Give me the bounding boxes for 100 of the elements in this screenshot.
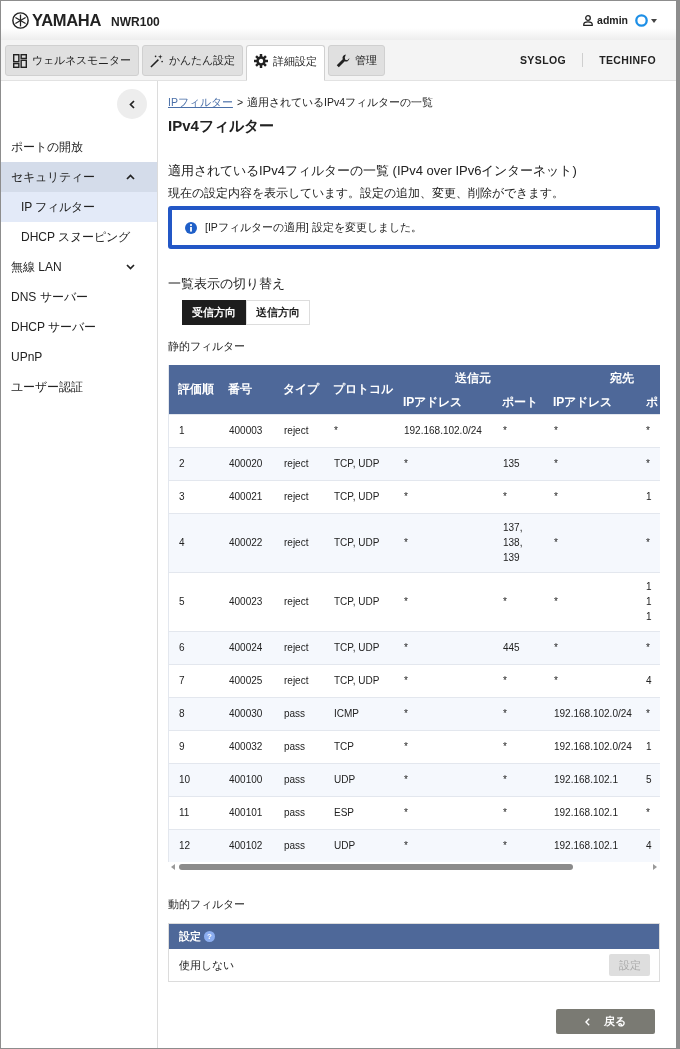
user-name[interactable]: admin xyxy=(597,13,628,28)
table-cell: 2 xyxy=(169,447,219,480)
table-cell: 400022 xyxy=(219,513,274,572)
sidebar-item[interactable]: IP フィルター xyxy=(1,192,157,222)
sidebar-item[interactable]: ポートの開放 xyxy=(1,132,157,162)
table-cell: 135 xyxy=(493,447,544,480)
sidebar-item[interactable]: ユーザー認証 xyxy=(1,372,157,402)
column-header: タイプ xyxy=(274,365,324,414)
breadcrumb-link[interactable]: IPフィルター xyxy=(168,95,233,109)
table-cell: 400101 xyxy=(219,796,274,829)
table-cell: 11 xyxy=(169,796,219,829)
table-cell: TCP, UDP xyxy=(324,480,394,513)
table-cell: * xyxy=(544,480,644,513)
table-cell: reject xyxy=(274,447,324,480)
scroll-right-arrow-icon xyxy=(653,863,657,870)
gear-icon xyxy=(254,54,268,68)
table-cell: 4 xyxy=(644,664,660,697)
table-cell: reject xyxy=(274,513,324,572)
table-cell: 4 xyxy=(644,829,660,862)
table-cell: 192.168.102.1 xyxy=(544,796,644,829)
sidebar-item[interactable]: DHCP スヌーピング xyxy=(1,222,157,252)
table-cell: reject xyxy=(274,572,324,631)
collapse-sidebar-button[interactable] xyxy=(117,89,147,119)
sidebar-item[interactable]: DHCP サーバー xyxy=(1,312,157,342)
table-cell: * xyxy=(394,447,493,480)
table-cell: * xyxy=(644,796,660,829)
table-cell: 400100 xyxy=(219,763,274,796)
table-cell: * xyxy=(493,414,544,447)
logo-icon xyxy=(12,12,29,29)
table-cell: 400023 xyxy=(219,572,274,631)
table-cell: * xyxy=(394,513,493,572)
brand-logo-text: YAMAHA xyxy=(32,9,102,31)
nav-tab[interactable]: 管理 xyxy=(328,45,385,76)
table-cell: TCP, UDP xyxy=(324,572,394,631)
column-header: 評価順 xyxy=(169,365,219,414)
table-cell: TCP, UDP xyxy=(324,513,394,572)
table-cell: 1 xyxy=(644,480,660,513)
table-cell: * xyxy=(394,631,493,664)
sidebar-item[interactable]: 無線 LAN xyxy=(1,252,157,282)
table-cell: 5 xyxy=(644,763,660,796)
table-cell: * xyxy=(493,480,544,513)
table-cell: 8 xyxy=(169,697,219,730)
breadcrumb-current: 適用されているIPv4フィルターの一覧 xyxy=(247,95,434,109)
direction-toggle-button[interactable]: 送信方向 xyxy=(246,300,310,325)
table-cell: 400030 xyxy=(219,697,274,730)
table-cell: TCP, UDP xyxy=(324,447,394,480)
sidebar-item[interactable]: セキュリティー xyxy=(1,162,157,192)
sidebar-item[interactable]: UPnP xyxy=(1,342,157,372)
table-cell: * xyxy=(394,730,493,763)
table-cell: 400025 xyxy=(219,664,274,697)
nav-tab[interactable]: ウェルネスモニター xyxy=(5,45,139,76)
table-cell: 192.168.102.1 xyxy=(544,829,644,862)
user-icon xyxy=(583,15,594,26)
table-cell: 400003 xyxy=(219,414,274,447)
table-cell: 3 xyxy=(169,480,219,513)
column-header: ポート xyxy=(493,391,544,414)
table-cell: 400032 xyxy=(219,730,274,763)
table-cell: * xyxy=(493,664,544,697)
back-button[interactable]: 戻る xyxy=(556,1009,655,1034)
table-cell: 6 xyxy=(169,631,219,664)
breadcrumb-separator: > xyxy=(236,95,244,109)
ring-icon xyxy=(635,14,648,27)
column-header: IPアドレス xyxy=(394,391,493,414)
setting-value: 使用しない xyxy=(179,957,234,973)
header-link[interactable]: TECHINFO xyxy=(583,52,672,68)
alert-message: [IPフィルターの適用] 設定を変更しました。 xyxy=(205,220,422,235)
direction-toggle-button[interactable]: 受信方向 xyxy=(182,300,246,325)
chevron-left-icon xyxy=(585,1017,590,1026)
table-cell: pass xyxy=(274,697,324,730)
table-cell: reject xyxy=(274,414,324,447)
table-cell: UDP xyxy=(324,763,394,796)
sidebar-item[interactable]: DNS サーバー xyxy=(1,282,157,312)
table-cell: * xyxy=(544,414,644,447)
column-header: ポ xyxy=(644,391,660,414)
panel-title: 設定 xyxy=(179,929,201,944)
table-cell: 12 xyxy=(169,829,219,862)
table-cell: * xyxy=(493,572,544,631)
table-cell: 9 xyxy=(169,730,219,763)
table-cell: 10 xyxy=(169,763,219,796)
table-cell: 5 xyxy=(169,572,219,631)
table-cell: TCP, UDP xyxy=(324,664,394,697)
column-header: プロトコル xyxy=(324,365,394,414)
table-cell: * xyxy=(544,572,644,631)
table-cell: * xyxy=(544,513,644,572)
table-cell: reject xyxy=(274,480,324,513)
section-description: 現在の設定内容を表示しています。設定の追加、変更、削除ができます。 xyxy=(168,186,565,201)
table-cell: 192.168.102.0/24 xyxy=(544,697,644,730)
nav-tab[interactable]: 詳細設定 xyxy=(246,45,325,81)
table-cell: * xyxy=(644,447,660,480)
chevron-left-icon xyxy=(129,99,135,109)
scrollbar-thumb[interactable] xyxy=(179,863,573,870)
column-header: 番号 xyxy=(219,365,274,414)
scroll-left-arrow-icon xyxy=(171,863,175,870)
section-heading: 一覧表示の切り替え xyxy=(168,275,286,293)
table-cell: 1 xyxy=(169,414,219,447)
table-cell: * xyxy=(394,796,493,829)
nav-tab[interactable]: かんたん設定 xyxy=(142,45,243,76)
table-cell: * xyxy=(324,414,394,447)
dashboard-icon xyxy=(13,53,27,68)
header-link[interactable]: SYSLOG xyxy=(503,52,583,68)
